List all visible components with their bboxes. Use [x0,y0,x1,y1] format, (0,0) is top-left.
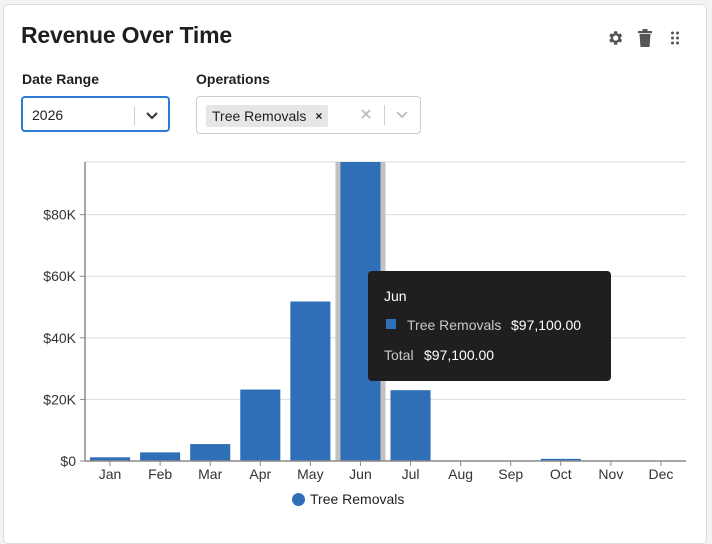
tooltip-series-name: Tree Removals [407,317,502,333]
bar [290,301,331,461]
x-tick-label: Dec [649,466,674,482]
x-tick-label: Apr [249,466,271,482]
x-tick-label: Aug [448,466,473,482]
x-tick-label: Mar [198,466,222,482]
x-tick-label: Jan [99,466,122,482]
x-tick-label: Oct [550,466,572,482]
tooltip-total-value: $97,100.00 [424,347,495,363]
tooltip-title: Jun [384,288,407,304]
y-tick-label: $40K [43,330,76,346]
bar [190,444,231,461]
x-tick-label: May [297,466,323,482]
x-tick-label: Jul [402,466,420,482]
chart-tooltip: Jun Tree Removals $97,100.00 Total $97,1… [368,271,611,381]
x-tick-label: Sep [498,466,523,482]
y-tick-label: $80K [43,207,76,223]
x-tick-label: Jun [349,466,372,482]
legend-swatch [292,492,305,506]
chart-legend-item[interactable]: Tree Removals [292,491,404,507]
y-tick-label: $60K [43,268,76,284]
bar [390,390,431,461]
x-tick-label: Feb [148,466,172,482]
tooltip-series-swatch [386,319,396,329]
y-tick-label: $0 [60,453,76,469]
bar [240,389,281,461]
tooltip-series-value: $97,100.00 [511,317,582,333]
bar [140,452,181,461]
tooltip-total-label: Total [384,347,414,363]
legend-label: Tree Removals [310,491,405,507]
revenue-bar-chart: $0 $20K $40K $60K $80K Jan Feb Mar Apr May Jun Jul A… [43,161,686,482]
y-tick-label: $20K [43,391,76,407]
x-tick-label: Nov [598,466,623,482]
